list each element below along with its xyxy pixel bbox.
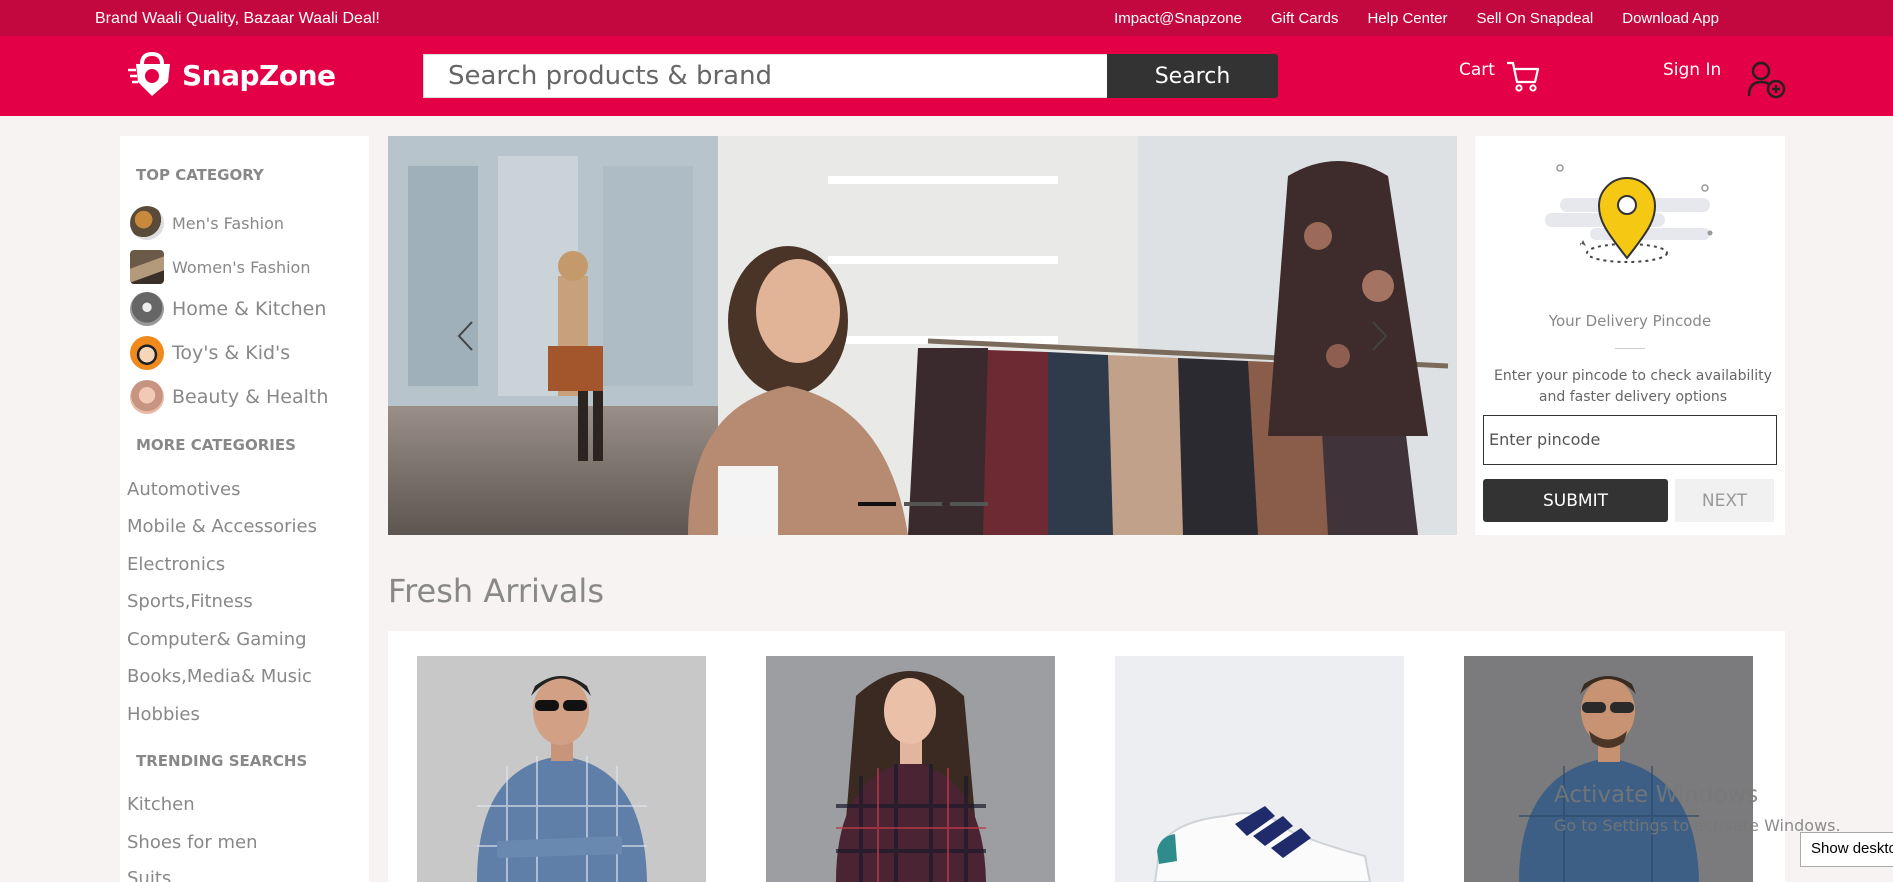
trending-item-suits[interactable]: Suits [127, 868, 171, 882]
mens-fashion-thumb [130, 206, 164, 240]
search-input[interactable]: Search products & brand [423, 54, 1109, 98]
womens-fashion-thumb [130, 250, 164, 284]
sidebar-item-toys-kids[interactable]: Toy's & Kid's [130, 336, 290, 370]
cart-button[interactable]: Cart [1459, 60, 1541, 94]
carousel-dot-2[interactable] [904, 502, 942, 506]
toys-kids-thumb [130, 336, 164, 370]
show-desktop-tooltip: Show desktop [1800, 832, 1893, 867]
woman-plaid-shirt-image [766, 656, 1055, 882]
logo-text: SnapZone [182, 58, 336, 92]
link-sell[interactable]: Sell On Snapdeal [1477, 10, 1594, 27]
pincode-input[interactable]: Enter pincode [1483, 415, 1777, 465]
pincode-description: Enter your pincode to check availability… [1494, 368, 1772, 405]
sidebar-item-womens-fashion[interactable]: Women's Fashion [130, 250, 310, 284]
trending-searches-heading: TRENDING SEARCHS [136, 752, 308, 770]
category-sidebar: TOP CATEGORY Men's Fashion Women's Fashi… [120, 136, 369, 882]
top-links: Impact@Snapzone Gift Cards Help Center S… [1114, 10, 1719, 27]
product-card[interactable] [417, 656, 706, 882]
location-pin-icon [1545, 164, 1713, 263]
cart-label: Cart [1459, 60, 1495, 80]
sidebar-item-mobile-accessories[interactable]: Mobile & Accessories [127, 516, 317, 537]
shopping-bag-icon [128, 52, 170, 96]
header: SnapZone Search products & brand Search … [0, 36, 1893, 116]
sidebar-item-hobbies[interactable]: Hobbies [127, 704, 200, 725]
search-button[interactable]: Search [1107, 54, 1278, 98]
link-download-app[interactable]: Download App [1622, 10, 1719, 27]
pincode-panel: Your Delivery Pincode Enter your pincode… [1475, 136, 1785, 535]
sign-in-button[interactable]: Sign In [1663, 60, 1787, 100]
product-card[interactable] [1115, 656, 1404, 882]
man-checked-shirt-image [417, 656, 706, 882]
carousel-prev-icon[interactable] [454, 319, 478, 353]
beauty-health-thumb [130, 380, 164, 414]
logo[interactable]: SnapZone [128, 52, 336, 98]
cart-icon [1506, 61, 1540, 92]
pincode-title: Your Delivery Pincode [1548, 312, 1712, 330]
divider [1615, 348, 1645, 349]
hero-carousel[interactable] [388, 136, 1457, 535]
top-strip: Brand Waali Quality, Bazaar Waali Deal! … [0, 0, 1893, 36]
more-categories-heading: MORE CATEGORIES [136, 436, 296, 454]
sidebar-item-computer-gaming[interactable]: Computer& Gaming [127, 629, 307, 650]
sidebar-item-beauty-health[interactable]: Beauty & Health [130, 380, 328, 414]
product-grid [388, 631, 1785, 882]
sign-in-label: Sign In [1663, 60, 1722, 80]
trending-item-kitchen[interactable]: Kitchen [127, 794, 195, 815]
product-card[interactable] [766, 656, 1055, 882]
white-sneaker-image [1115, 656, 1404, 882]
sidebar-item-books-media-music[interactable]: Books,Media& Music [127, 666, 312, 687]
sidebar-item-electronics[interactable]: Electronics [127, 554, 225, 575]
store-shopping-photo [388, 136, 1457, 535]
carousel-dot-1[interactable] [858, 502, 896, 506]
link-gift-cards[interactable]: Gift Cards [1271, 10, 1339, 27]
sidebar-item-home-kitchen[interactable]: Home & Kitchen [130, 292, 326, 326]
link-impact[interactable]: Impact@Snapzone [1114, 10, 1242, 27]
link-help-center[interactable]: Help Center [1367, 10, 1447, 27]
submit-button[interactable]: SUBMIT [1483, 479, 1668, 522]
next-button[interactable]: NEXT [1675, 479, 1774, 522]
sidebar-item-automotives[interactable]: Automotives [127, 479, 241, 500]
product-card[interactable] [1464, 656, 1753, 882]
tagline: Brand Waali Quality, Bazaar Waali Deal! [95, 10, 380, 27]
carousel-indicators [858, 502, 988, 506]
carousel-next-icon[interactable] [1367, 319, 1391, 353]
sidebar-item-mens-fashion[interactable]: Men's Fashion [130, 206, 284, 240]
sidebar-item-sports-fitness[interactable]: Sports,Fitness [127, 591, 253, 612]
man-denim-shirt-image [1464, 656, 1753, 882]
section-title-fresh-arrivals: Fresh Arrivals [388, 572, 604, 610]
home-kitchen-thumb [130, 292, 164, 326]
carousel-dot-3[interactable] [950, 502, 988, 506]
trending-item-shoes-for-men[interactable]: Shoes for men [127, 832, 258, 853]
top-category-heading: TOP CATEGORY [136, 166, 264, 184]
add-user-icon [1748, 61, 1786, 99]
